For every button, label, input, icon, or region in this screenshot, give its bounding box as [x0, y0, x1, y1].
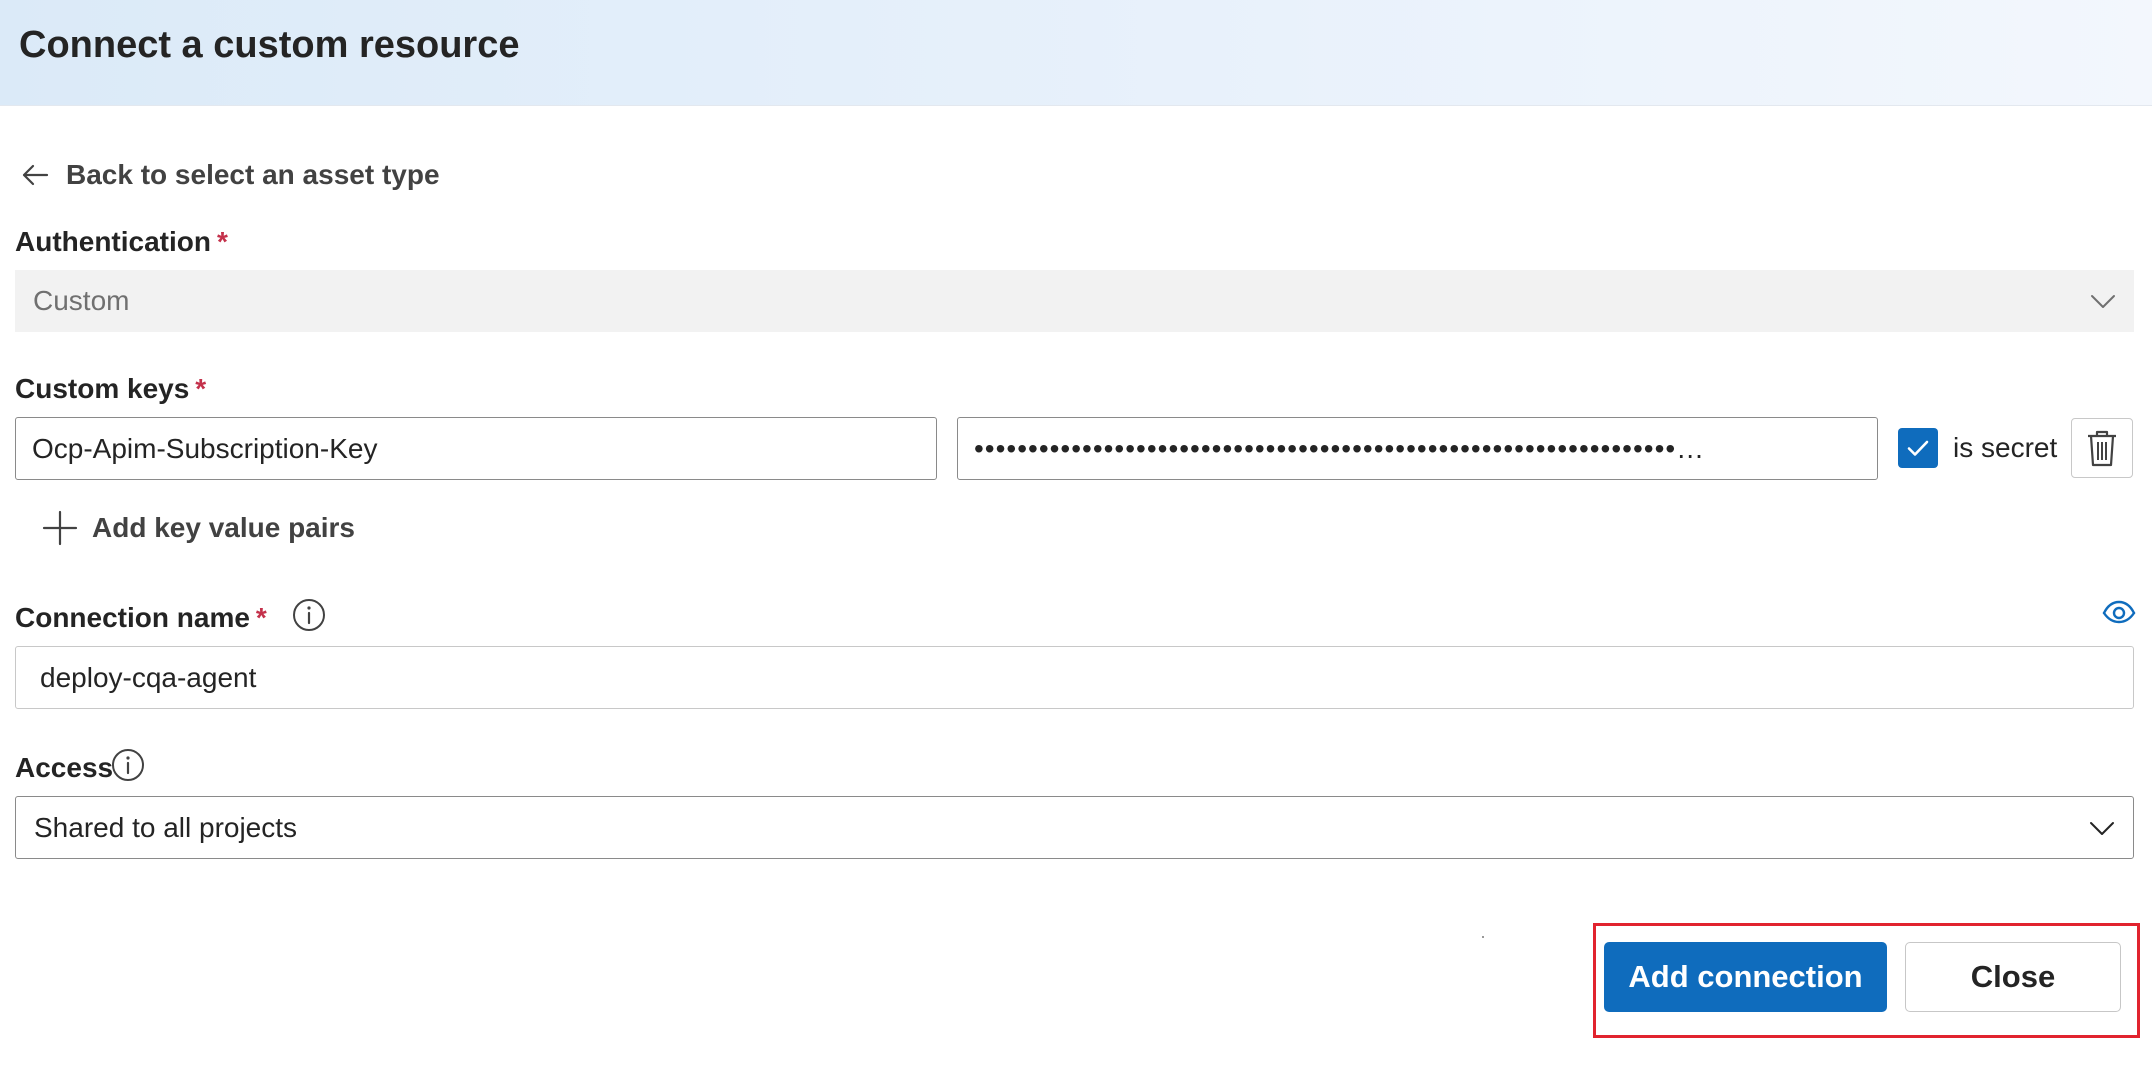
eye-icon[interactable]: [2102, 598, 2136, 628]
info-icon[interactable]: [292, 598, 326, 632]
trash-icon: [2088, 430, 2116, 467]
required-marker: *: [195, 373, 207, 404]
connection-name-label: Connection name *: [15, 602, 267, 634]
add-key-value-pairs-button[interactable]: Add key value pairs: [42, 510, 355, 546]
chevron-down-icon: [2087, 813, 2117, 843]
is-secret-label: is secret: [1953, 432, 2058, 463]
arrow-left-icon: [18, 158, 52, 192]
close-button[interactable]: Close: [1905, 942, 2121, 1012]
add-key-value-pairs-label: Add key value pairs: [92, 512, 356, 543]
dialog-header: Connect a custom resource: [0, 0, 2152, 106]
required-marker: *: [255, 602, 267, 633]
chevron-down-icon: [2088, 286, 2118, 316]
custom-keys-label: Custom keys *: [15, 373, 206, 405]
plus-icon: [42, 510, 78, 546]
connection-name-label-text: Connection name: [15, 602, 250, 633]
authentication-label-text: Authentication: [15, 226, 211, 257]
info-icon[interactable]: [111, 748, 145, 782]
connection-name-input[interactable]: deploy-cqa-agent: [15, 646, 2134, 709]
back-link-label: Back to select an asset type: [66, 159, 440, 190]
add-connection-button[interactable]: Add connection: [1604, 942, 1887, 1012]
authentication-select-value: Custom: [33, 285, 130, 316]
access-select[interactable]: Shared to all projects: [15, 796, 2134, 859]
authentication-select[interactable]: Custom: [15, 270, 2134, 332]
back-link[interactable]: Back to select an asset type: [18, 158, 440, 192]
access-select-value: Shared to all projects: [34, 811, 298, 843]
delete-key-button[interactable]: [2071, 418, 2133, 478]
custom-key-value: Ocp-Apim-Subscription-Key: [32, 432, 378, 464]
custom-secret-value: ••••••••••••••••••••••••••••••••••••••••…: [974, 432, 1706, 464]
custom-secret-input[interactable]: ••••••••••••••••••••••••••••••••••••••••…: [957, 417, 1878, 480]
is-secret-checkbox[interactable]: [1898, 428, 1938, 468]
custom-keys-label-text: Custom keys: [15, 373, 190, 404]
authentication-label: Authentication *: [15, 226, 228, 258]
connection-name-value: deploy-cqa-agent: [40, 661, 257, 693]
stray-dot: [1482, 936, 1484, 938]
checkmark-icon: [1907, 440, 1929, 456]
custom-key-input[interactable]: Ocp-Apim-Subscription-Key: [15, 417, 937, 480]
dialog-title: Connect a custom resource: [19, 24, 520, 66]
required-marker: *: [217, 226, 228, 257]
access-label: Access: [15, 752, 114, 783]
